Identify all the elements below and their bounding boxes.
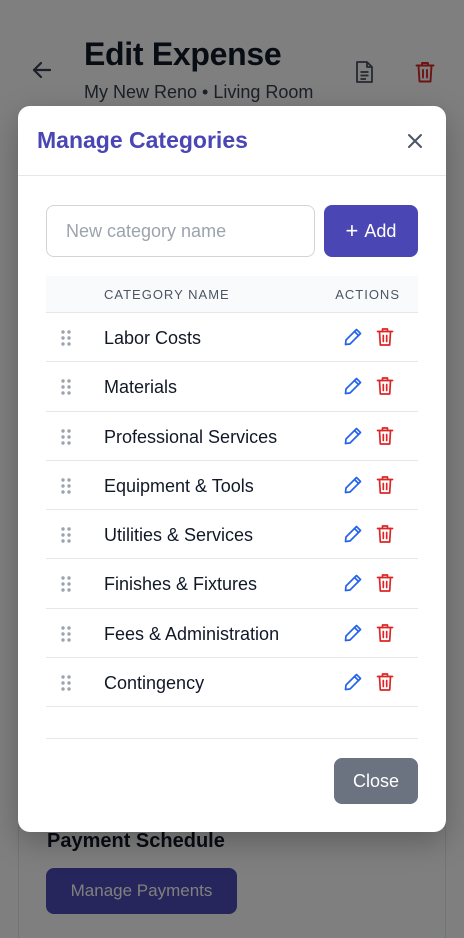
- delete-category-button[interactable]: [374, 326, 396, 348]
- trash-icon: [376, 623, 394, 642]
- table-row: Fees & Administration: [46, 609, 418, 659]
- pencil-icon: [344, 377, 362, 395]
- close-icon: [408, 134, 422, 148]
- table-row: Finishes & Fixtures: [46, 559, 418, 609]
- drag-handle-icon[interactable]: [60, 378, 72, 396]
- table-row: Contingency: [46, 658, 418, 708]
- drag-handle-icon[interactable]: [60, 329, 72, 347]
- category-name: Finishes & Fixtures: [104, 574, 258, 595]
- delete-category-button[interactable]: [374, 671, 396, 693]
- pencil-icon: [344, 624, 362, 642]
- delete-category-button[interactable]: [374, 523, 396, 545]
- delete-category-button[interactable]: [374, 375, 396, 397]
- category-name: Equipment & Tools: [104, 475, 254, 496]
- add-category-button[interactable]: + Add: [324, 205, 418, 257]
- edit-category-button[interactable]: [342, 622, 364, 644]
- pencil-icon: [344, 427, 362, 444]
- pencil-icon: [344, 673, 362, 691]
- category-name: Materials: [104, 377, 178, 398]
- column-header-actions: ACTIONS: [335, 287, 400, 302]
- category-name: Fees & Administration: [104, 623, 280, 644]
- edit-category-button[interactable]: [342, 375, 364, 397]
- trash-icon: [376, 673, 394, 691]
- drag-handle-icon[interactable]: [60, 625, 72, 643]
- edit-category-button[interactable]: [342, 474, 364, 496]
- pencil-icon: [344, 575, 362, 592]
- column-header-category-name: CATEGORY NAME: [104, 287, 230, 302]
- trash-icon: [376, 328, 394, 346]
- drag-handle-icon[interactable]: [60, 526, 72, 544]
- edit-category-button[interactable]: [342, 671, 364, 693]
- trash-icon: [376, 574, 394, 593]
- edit-category-button[interactable]: [342, 326, 364, 348]
- delete-category-button[interactable]: [374, 425, 396, 447]
- close-button[interactable]: Close: [334, 758, 418, 804]
- footer-divider: [46, 738, 418, 739]
- category-name: Contingency: [104, 673, 205, 694]
- category-name: Utilities & Services: [104, 525, 254, 546]
- manage-categories-modal: Manage Categories + Add CATEGORY NAME AC…: [18, 106, 446, 832]
- category-name: Professional Services: [104, 426, 278, 447]
- new-category-input[interactable]: [46, 205, 315, 257]
- drag-handle-icon[interactable]: [60, 575, 72, 593]
- pencil-icon: [344, 525, 362, 543]
- pencil-icon: [344, 476, 362, 494]
- edit-category-button[interactable]: [342, 425, 364, 447]
- close-modal-button[interactable]: [404, 130, 426, 152]
- table-row: Materials: [46, 362, 418, 412]
- category-name: Labor Costs: [104, 328, 202, 348]
- table-row: Equipment & Tools: [46, 461, 418, 511]
- trash-icon: [376, 525, 394, 544]
- drag-handle-icon[interactable]: [60, 674, 72, 692]
- trash-icon: [376, 476, 394, 494]
- pencil-icon: [344, 328, 362, 346]
- categories-table: CATEGORY NAME ACTIONS Labor Costs Materi…: [46, 276, 418, 708]
- delete-category-button[interactable]: [374, 474, 396, 496]
- trash-icon: [376, 377, 394, 396]
- drag-handle-icon[interactable]: [60, 477, 72, 495]
- modal-header: Manage Categories: [18, 106, 446, 176]
- delete-category-button[interactable]: [374, 572, 396, 594]
- modal-title: Manage Categories: [37, 127, 248, 153]
- delete-category-button[interactable]: [374, 622, 396, 644]
- plus-icon: +: [345, 218, 359, 243]
- add-button-label: Add: [364, 220, 397, 241]
- table-row: Professional Services: [46, 412, 418, 461]
- drag-handle-icon[interactable]: [60, 428, 72, 446]
- table-row: Utilities & Services: [46, 510, 418, 560]
- table-row: Labor Costs: [46, 313, 418, 363]
- trash-icon: [376, 426, 394, 445]
- category-rows: Labor Costs Materials Professional Servi…: [46, 313, 418, 708]
- edit-category-button[interactable]: [342, 523, 364, 545]
- edit-category-button[interactable]: [342, 572, 364, 594]
- table-header: CATEGORY NAME ACTIONS: [46, 276, 418, 313]
